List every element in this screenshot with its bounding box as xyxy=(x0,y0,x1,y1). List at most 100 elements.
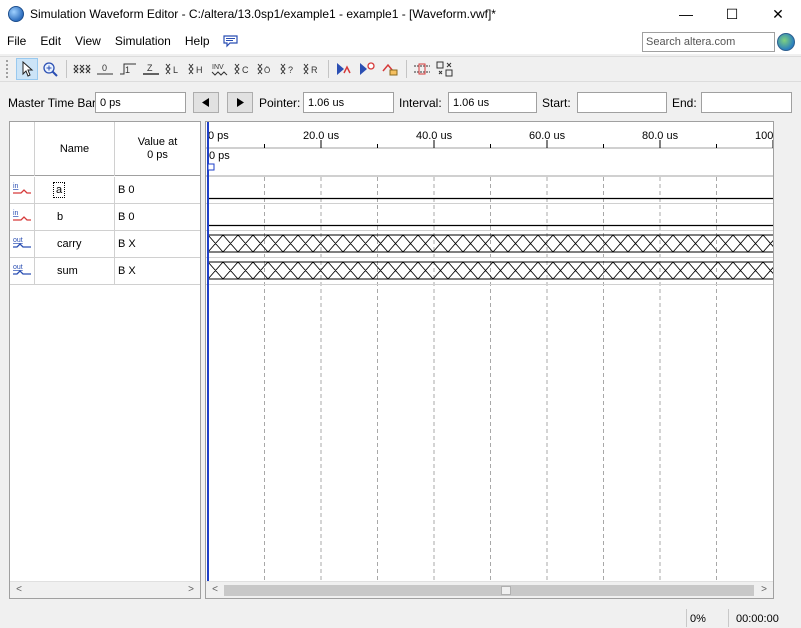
clock-value-icon[interactable]: Ö xyxy=(255,58,277,80)
scroll-left-icon[interactable]: < xyxy=(208,584,222,595)
master-time-bar-label: Master Time Bar: xyxy=(8,96,100,110)
signal-row[interactable]: out sum B X xyxy=(10,258,200,285)
next-transition-button[interactable] xyxy=(227,92,253,113)
name-header-label: Name xyxy=(59,143,90,155)
signal-name-text: a xyxy=(52,182,66,198)
close-button[interactable]: ✕ xyxy=(755,0,801,28)
force-high-icon[interactable]: 1 xyxy=(117,58,139,80)
force-low-icon[interactable]: 0 xyxy=(94,58,116,80)
end-label: End: xyxy=(672,96,697,110)
end-input[interactable] xyxy=(701,92,792,113)
menu-view[interactable]: View xyxy=(68,34,108,48)
globe-icon[interactable] xyxy=(777,33,795,51)
menu-edit[interactable]: Edit xyxy=(33,34,68,48)
invert-icon[interactable]: INV xyxy=(209,58,231,80)
window-title: Simulation Waveform Editor - C:/altera/1… xyxy=(30,7,496,21)
output-pin-icon: out xyxy=(10,258,35,284)
weak-high-icon[interactable]: H xyxy=(186,58,208,80)
high-impedance-icon[interactable]: Z xyxy=(140,58,162,80)
waveform-panel[interactable]: 0 ps 20.0 us 40.0 us 60.0 us 80.0 us 100.0 us… xyxy=(205,121,774,599)
master-time-bar-input[interactable] xyxy=(95,92,186,113)
interval-input[interactable] xyxy=(448,92,537,113)
signal-value: B 0 xyxy=(118,184,135,196)
signal-list-horizontal-scrollbar[interactable]: < > xyxy=(10,581,200,598)
window-controls: — ☐ ✕ xyxy=(663,0,801,28)
signal-value: B 0 xyxy=(118,211,135,223)
svg-text:Z: Z xyxy=(147,63,153,73)
svg-text:0: 0 xyxy=(102,63,107,73)
signal-row[interactable]: in b B 0 xyxy=(10,204,200,231)
pointer-label: Pointer: xyxy=(259,96,301,110)
toolbar-separator xyxy=(66,60,67,78)
timing-simulation-icon[interactable] xyxy=(356,58,378,80)
toolbar: 0 1 Z L H INV C Ö ? R xyxy=(0,56,801,82)
signal-name[interactable]: b xyxy=(35,204,115,230)
count-value-icon[interactable]: C xyxy=(232,58,254,80)
value-header-line2: 0 ps xyxy=(147,149,168,161)
feedback-icon[interactable] xyxy=(223,34,239,48)
select-tool-icon[interactable] xyxy=(16,58,38,80)
scrollbar-thumb[interactable] xyxy=(501,586,511,595)
signal-value: B X xyxy=(118,265,136,277)
svg-text:C: C xyxy=(242,65,249,75)
time-bar: Master Time Bar: Pointer: Interval: Star… xyxy=(0,91,801,115)
progress-text: 0% xyxy=(690,613,706,625)
input-pin-icon: in xyxy=(10,177,35,203)
interval-label: Interval: xyxy=(399,96,442,110)
random-value-icon[interactable]: R xyxy=(301,58,323,80)
toolbar-separator xyxy=(406,60,407,78)
start-input[interactable] xyxy=(577,92,667,113)
waveform-canvas[interactable]: 0 ps 20.0 us 40.0 us 60.0 us 80.0 us 100.0 us… xyxy=(206,122,773,582)
maximize-button[interactable]: ☐ xyxy=(709,0,755,28)
svg-text:1: 1 xyxy=(125,65,130,75)
value-column-header[interactable]: Value at 0 ps xyxy=(115,122,200,176)
signal-name[interactable]: sum xyxy=(35,258,115,284)
previous-transition-button[interactable] xyxy=(193,92,219,113)
signal-row[interactable]: in a B 0 xyxy=(10,177,200,204)
status-separator xyxy=(686,609,687,627)
functional-simulation-icon[interactable] xyxy=(333,58,355,80)
tick-label: 0 ps xyxy=(208,130,229,142)
scrollbar-track[interactable] xyxy=(224,585,754,596)
output-pin-icon: out xyxy=(10,231,35,257)
svg-text:INV: INV xyxy=(212,64,224,71)
unknown-value-icon[interactable] xyxy=(71,58,93,80)
app-icon xyxy=(8,6,24,22)
tick-label: 40.0 us xyxy=(416,130,453,142)
svg-text:in: in xyxy=(13,210,19,217)
svg-text:out: out xyxy=(13,264,23,271)
weak-low-icon[interactable]: L xyxy=(163,58,185,80)
tick-label: 100.0 us xyxy=(755,130,773,142)
snap-to-grid-icon[interactable] xyxy=(411,58,433,80)
sort-icon[interactable] xyxy=(434,58,456,80)
menu-simulation[interactable]: Simulation xyxy=(108,34,178,48)
start-label: Start: xyxy=(542,96,571,110)
menu-help[interactable]: Help xyxy=(178,34,217,48)
zoom-tool-icon[interactable] xyxy=(39,58,61,80)
waveform-horizontal-scrollbar[interactable]: < > xyxy=(206,581,773,598)
toolbar-separator xyxy=(328,60,329,78)
tick-label: 20.0 us xyxy=(303,130,340,142)
scroll-right-icon[interactable]: > xyxy=(757,584,771,595)
signal-value: B X xyxy=(118,238,136,250)
signal-name[interactable]: carry xyxy=(35,231,115,257)
menu-file[interactable]: File xyxy=(0,34,33,48)
arbitrary-value-icon[interactable]: ? xyxy=(278,58,300,80)
signal-list-header: Name Value at 0 ps xyxy=(10,122,200,176)
name-column-header[interactable]: Name xyxy=(35,122,115,176)
scroll-right-icon[interactable]: > xyxy=(184,584,198,595)
search-input[interactable] xyxy=(642,32,775,52)
pointer-input[interactable] xyxy=(303,92,394,113)
signal-row[interactable]: out carry B X xyxy=(10,231,200,258)
minimize-button[interactable]: — xyxy=(663,0,709,28)
signal-name[interactable]: a xyxy=(35,177,115,203)
svg-text:out: out xyxy=(13,237,23,244)
tick-label: 80.0 us xyxy=(642,130,679,142)
netlist-simulation-icon[interactable] xyxy=(379,58,401,80)
cursor-time-label: 0 ps xyxy=(209,150,230,162)
header-icon-column xyxy=(10,122,35,176)
menu-bar: File Edit View Simulation Help xyxy=(0,28,801,54)
status-separator xyxy=(728,609,729,627)
cursor-flag-icon[interactable] xyxy=(207,163,215,171)
scroll-left-icon[interactable]: < xyxy=(12,584,26,595)
